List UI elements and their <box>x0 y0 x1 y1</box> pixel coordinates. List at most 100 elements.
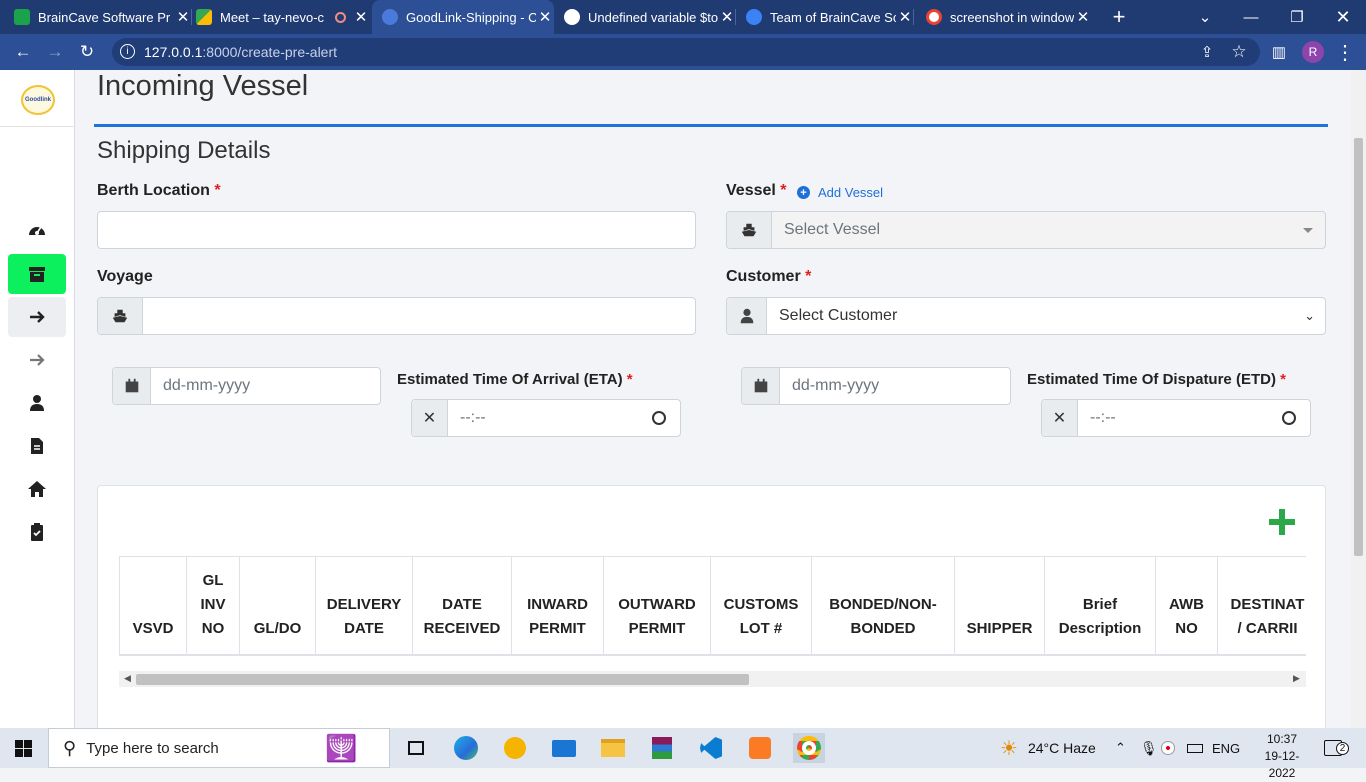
new-tab-button[interactable]: + <box>1096 0 1142 34</box>
tab-title: screenshot in window <box>950 9 1074 25</box>
xampp-icon[interactable] <box>744 733 776 763</box>
menu-dots-icon[interactable]: ⋮ <box>1330 34 1360 70</box>
vscode-icon[interactable] <box>695 733 727 763</box>
close-window-icon[interactable]: ✕ <box>1320 0 1366 34</box>
tab-title: Undefined variable $to <box>588 9 718 25</box>
close-tab-icon[interactable]: ✕ <box>718 8 736 26</box>
scrollbar-thumb[interactable] <box>136 674 749 685</box>
side-panel-icon[interactable]: ▥ <box>1264 34 1294 70</box>
table-horizontal-scrollbar[interactable]: ◀ ▶ <box>119 671 1306 687</box>
close-tab-icon[interactable]: ✕ <box>536 8 554 26</box>
add-vessel-link[interactable]: + Add Vessel <box>797 185 883 200</box>
chrome-icon[interactable] <box>793 733 825 763</box>
voyage-input[interactable] <box>97 297 696 335</box>
weather-text: 24°C Haze <box>1027 740 1096 756</box>
close-tab-icon[interactable]: ✕ <box>352 8 370 26</box>
language-indicator[interactable]: ENG <box>1212 728 1240 768</box>
browser-tab[interactable]: BrainCave Software Pr ✕ <box>14 0 192 34</box>
add-row-icon[interactable] <box>1266 506 1298 538</box>
caret-down-icon <box>1303 227 1313 233</box>
taskbar-search-box[interactable]: ⚲ Type here to search 🕎 <box>48 728 390 768</box>
weather-widget[interactable]: ☀ 24°C Haze <box>1000 728 1096 768</box>
scroll-left-icon[interactable]: ◀ <box>124 673 131 684</box>
table-header-text: INWARD <box>527 596 588 613</box>
clock-icon[interactable] <box>1282 411 1296 425</box>
microphone-icon[interactable]: 🎙 <box>1140 728 1158 768</box>
reload-icon[interactable]: ↻ <box>72 34 102 70</box>
customer-select[interactable]: Select Customer ⌄ <box>726 297 1326 335</box>
scroll-right-icon[interactable]: ▶ <box>1293 673 1300 684</box>
clock[interactable]: 10:37 19-12-2022 <box>1252 731 1312 782</box>
sidebar-item-incoming[interactable] <box>8 297 66 337</box>
address-bar[interactable]: i 127.0.0.1:8000/create-pre-alert <box>112 38 1260 66</box>
ship-icon <box>727 212 772 248</box>
table-header-text: Description <box>1058 620 1142 637</box>
eta-time-input[interactable]: ✕ --:-- <box>411 399 681 437</box>
edge-icon[interactable] <box>450 733 482 763</box>
file-explorer-icon[interactable] <box>597 733 629 763</box>
scrollbar-thumb[interactable] <box>1354 138 1363 556</box>
winrar-icon[interactable] <box>646 733 678 763</box>
vessel-select[interactable]: Select Vessel <box>726 211 1326 249</box>
recording-icon <box>335 11 346 23</box>
maximize-icon[interactable]: ❐ <box>1274 0 1320 34</box>
bookmark-star-icon[interactable]: ☆ <box>1224 34 1254 70</box>
meet-favicon-icon <box>196 9 212 25</box>
edge-canary-icon[interactable] <box>499 733 531 763</box>
notification-center-icon[interactable]: 2 <box>1324 728 1349 768</box>
eta-label: Estimated Time Of Arrival (ETA) * <box>397 371 633 388</box>
mail-icon[interactable] <box>548 733 580 763</box>
browser-tab-active[interactable]: GoodLink-Shipping - C ✕ <box>372 0 554 34</box>
customer-label-text: Customer <box>726 268 801 285</box>
back-icon[interactable]: ← <box>8 34 38 70</box>
sidebar-item-home[interactable] <box>8 469 66 509</box>
etd-date-input[interactable]: dd-mm-yyyy <box>741 367 1011 405</box>
sidebar-item-documents[interactable] <box>8 426 66 466</box>
profile-avatar[interactable]: R <box>1298 34 1328 70</box>
minimize-icon[interactable]: — <box>1228 0 1274 34</box>
table-header-text: DATE <box>344 620 384 637</box>
sidebar-item-users[interactable] <box>8 383 66 423</box>
close-tab-icon[interactable]: ✕ <box>174 8 192 26</box>
berth-location-label: Berth Location * <box>97 182 221 200</box>
profile-initial: R <box>1302 41 1324 63</box>
clock-icon[interactable] <box>652 411 666 425</box>
close-tab-icon[interactable]: ✕ <box>1074 8 1092 26</box>
recording-tray-icon[interactable] <box>1162 728 1174 768</box>
table-header-cell: GL/DO <box>239 557 315 654</box>
customer-placeholder: Select Customer <box>779 307 898 324</box>
tab-title: GoodLink-Shipping - C <box>406 9 536 25</box>
etd-time-input[interactable]: ✕ --:-- <box>1041 399 1311 437</box>
clear-icon[interactable]: ✕ <box>1042 400 1078 436</box>
browser-tab[interactable]: Meet – tay-nevo-c ✕ <box>196 0 370 34</box>
required-marker: * <box>214 182 221 199</box>
eta-date-placeholder: dd-mm-yyyy <box>163 377 251 394</box>
table-header-text: RECEIVED <box>423 620 501 637</box>
clear-icon[interactable]: ✕ <box>412 400 448 436</box>
tab-search-icon[interactable]: ⌄ <box>1182 0 1228 34</box>
windows-start-icon[interactable] <box>15 740 32 757</box>
page-vertical-scrollbar[interactable] <box>1351 70 1366 728</box>
info-icon[interactable]: i <box>120 44 135 59</box>
forward-icon[interactable]: → <box>40 34 70 70</box>
goodlink-logo[interactable]: Goodlink <box>21 85 55 115</box>
berth-location-input[interactable] <box>97 211 696 249</box>
tray-chevron-icon[interactable]: ⌃ <box>1115 728 1126 768</box>
sidebar-item-tasks[interactable] <box>8 512 66 552</box>
share-icon[interactable]: ⇪ <box>1192 34 1222 70</box>
table-header-text: / CARRII <box>1237 620 1298 637</box>
task-view-icon[interactable] <box>400 733 432 763</box>
sidebar-item-dashboard[interactable] <box>8 210 66 250</box>
sidebar-item-archive[interactable] <box>8 254 66 294</box>
globe-icon <box>564 9 580 25</box>
sidebar-item-outgoing[interactable] <box>8 340 66 380</box>
browser-tab[interactable]: Team of BrainCave Sof ✕ <box>746 0 914 34</box>
browser-tab[interactable]: screenshot in window ✕ <box>926 0 1092 34</box>
clipboard-check-icon <box>31 523 43 541</box>
voyage-label: Voyage <box>97 268 153 285</box>
battery-icon[interactable] <box>1187 728 1203 768</box>
browser-tab[interactable]: Undefined variable $to ✕ <box>564 0 736 34</box>
file-icon <box>31 438 43 454</box>
close-tab-icon[interactable]: ✕ <box>896 8 914 26</box>
eta-date-input[interactable]: dd-mm-yyyy <box>112 367 381 405</box>
